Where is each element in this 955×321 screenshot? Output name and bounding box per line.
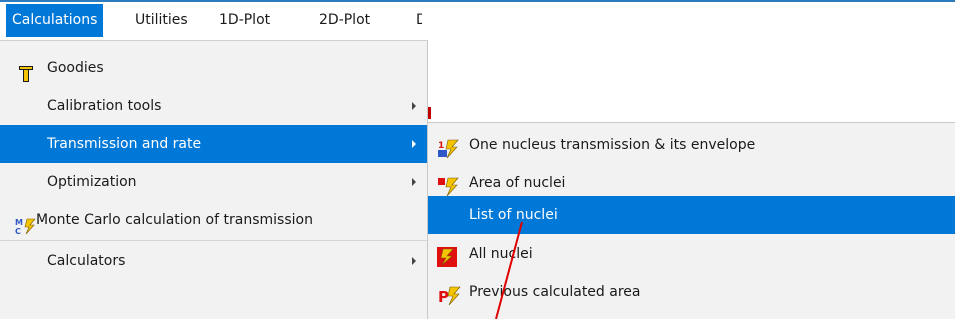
annotation-overlay — [495, 221, 523, 319]
annotation-pointer-line — [495, 221, 523, 319]
